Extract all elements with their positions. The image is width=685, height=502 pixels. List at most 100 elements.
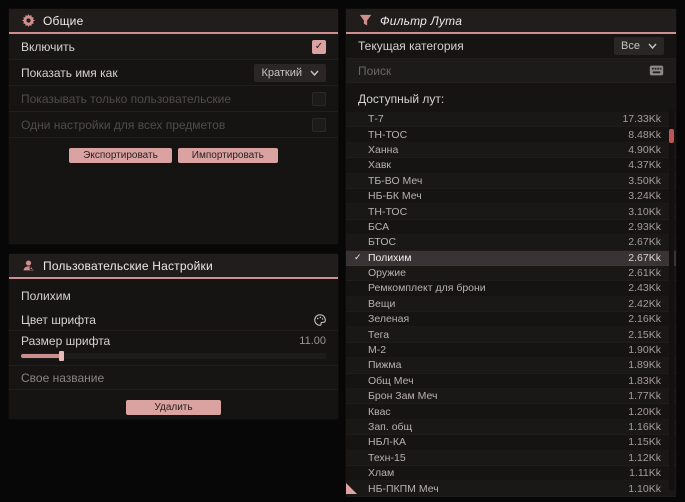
font-color-row: Цвет шрифта	[9, 309, 338, 331]
user-settings-icon	[21, 259, 35, 273]
user-settings-panel: Пользовательские Настройки Полихим Цвет …	[8, 253, 339, 420]
loot-item-name: Тега	[368, 328, 390, 341]
loot-item-name: Хлам	[368, 467, 395, 480]
loot-item[interactable]: ТН-ТОС 3.10Kk	[346, 204, 676, 220]
chevron-down-icon	[648, 43, 657, 49]
loot-item[interactable]: Тега 2.15Kk	[346, 327, 676, 343]
loot-item-name: ТН-ТОС	[368, 205, 408, 218]
loot-item[interactable]: Вещи 2.42Kk	[346, 296, 676, 313]
loot-item[interactable]: Пижма 1.89Kk	[346, 358, 676, 374]
custom-name-input[interactable]: Свое название	[9, 366, 338, 390]
category-label: Текущая категория	[358, 39, 464, 53]
loot-item-name: НБ-БК Меч	[368, 190, 422, 203]
show-name-row: Показать имя как Краткий	[9, 60, 338, 86]
loot-filter-panel-header[interactable]: Фильтр Лута	[346, 9, 676, 34]
search-placeholder: Поиск	[358, 63, 392, 78]
slider-track[interactable]	[21, 351, 326, 361]
loot-item[interactable]: ТБ-ВО Меч 3.50Kk	[346, 173, 676, 189]
loot-item[interactable]: БСА 2.93Kk	[346, 220, 676, 235]
show-name-dropdown[interactable]: Краткий	[254, 63, 326, 82]
loot-item[interactable]: Хавк 4.37Kk	[346, 158, 676, 173]
loot-item[interactable]: Зеленая 2.16Kk	[346, 312, 676, 327]
loot-item[interactable]: М-2 1.90Kk	[346, 343, 676, 358]
font-size-value: 11.00	[299, 335, 326, 347]
slider-fill	[21, 354, 61, 358]
font-color-label: Цвет шрифта	[21, 312, 96, 327]
loot-item[interactable]: Техн-15 1.12Kk	[346, 450, 676, 466]
loot-item[interactable]: НБ-БК Меч 3.24Kk	[346, 189, 676, 204]
loot-list-scrollbar[interactable]	[669, 109, 674, 490]
loot-item[interactable]: Брон Зам Меч 1.77Kk	[346, 389, 676, 405]
chevron-down-icon	[310, 70, 319, 76]
loot-item-name: М-2	[368, 344, 387, 357]
loot-item-name: Вещи	[368, 297, 396, 310]
slider-handle[interactable]	[59, 351, 64, 361]
check-icon: ✓	[354, 252, 362, 263]
loot-item-name: Зеленая	[368, 313, 410, 326]
loot-item-name: Оружие	[368, 267, 406, 280]
loot-item[interactable]: БТОС 2.67Kk	[346, 235, 676, 251]
loot-item[interactable]: Ремкомплект для брони 2.43Kk	[346, 281, 676, 296]
loot-item[interactable]: Хлам 1.11Kk	[346, 466, 676, 481]
category-dropdown[interactable]: Все	[614, 37, 664, 55]
only-custom-checkbox[interactable]	[312, 91, 326, 106]
font-size-label: Размер шрифта	[21, 334, 111, 348]
loot-item-name: Ханна	[368, 143, 399, 156]
general-panel: Общие Включить ✓ Показать имя как Кратки…	[8, 8, 339, 245]
show-name-value: Краткий	[261, 66, 302, 79]
loot-item-name: Хавк	[368, 159, 392, 172]
same-settings-label: Одни настройки для всех предметов	[21, 117, 226, 132]
loot-item[interactable]: Общ Меч 1.83Kk	[346, 374, 676, 389]
search-input[interactable]: Поиск	[346, 59, 676, 83]
only-custom-label: Показывать только пользовательские	[21, 91, 231, 106]
available-loot-label: Доступный лут:	[358, 92, 445, 106]
loot-item-name: Общ Меч	[368, 374, 414, 387]
general-panel-header[interactable]: Общие	[9, 9, 338, 34]
loot-item-name: Брон Зам Меч	[368, 390, 438, 403]
loot-item[interactable]: Оружие 2.61Kk	[346, 265, 676, 282]
loot-item[interactable]: Зап. общ 1.16Kk	[346, 419, 676, 436]
loot-item-name: Техн-15	[368, 451, 406, 464]
loot-item[interactable]: Квас 1.20Kk	[346, 404, 676, 419]
gear-icon	[21, 14, 35, 28]
loot-item-name: НБ-ПКПМ Меч	[368, 482, 439, 495]
keyboard-icon[interactable]	[649, 65, 664, 76]
loot-item-name: ТН-ТОС	[368, 128, 408, 141]
category-value: Все	[621, 40, 640, 52]
enable-row: Включить ✓	[9, 34, 338, 60]
loot-item[interactable]: НБ-ПКПМ Меч 1.10Kk	[346, 481, 676, 497]
loot-item-name: Т-7	[368, 113, 384, 126]
font-size-row: Размер шрифта 11.00	[9, 331, 338, 351]
loot-item[interactable]: Т-7 17.33Kk	[346, 112, 676, 128]
user-settings-panel-title: Пользовательские Настройки	[43, 258, 213, 273]
funnel-icon	[358, 14, 372, 28]
loot-item[interactable]: НБЛ-КА 1.15Kk	[346, 435, 676, 450]
loot-filter-panel: Фильтр Лута Текущая категория Все Поиск …	[345, 8, 677, 497]
enable-label: Включить	[21, 39, 75, 54]
user-settings-panel-header[interactable]: Пользовательские Настройки	[9, 254, 338, 279]
loot-item-name: БСА	[368, 220, 390, 233]
loot-item[interactable]: ТН-ТОС 8.48Kk	[346, 127, 676, 142]
loot-filter-panel-title: Фильтр Лута	[380, 13, 463, 28]
import-button[interactable]: Импортировать	[177, 148, 278, 163]
loot-item[interactable]: ✓ Полихим 2.67Kk	[346, 250, 676, 266]
enable-checkbox[interactable]: ✓	[312, 39, 326, 54]
only-custom-row: Показывать только пользовательские	[9, 86, 338, 112]
loot-item-name: ТБ-ВО Меч	[368, 174, 423, 187]
same-settings-checkbox[interactable]	[312, 117, 326, 132]
scrollbar-thumb[interactable]	[669, 129, 674, 143]
loot-item-name: Ремкомплект для брони	[368, 282, 486, 295]
category-row: Текущая категория Все	[346, 34, 676, 59]
loot-item-name: Квас	[368, 405, 391, 418]
delete-button[interactable]: Удалить	[126, 400, 221, 415]
selected-item-name: Полихим	[21, 289, 71, 303]
loot-item-name: Зап. общ	[368, 421, 413, 433]
show-name-label: Показать имя как	[21, 65, 118, 80]
loot-item-name: Пижма	[368, 359, 402, 372]
same-settings-row: Одни настройки для всех предметов	[9, 112, 338, 138]
export-button[interactable]: Экспортировать	[69, 148, 172, 163]
palette-icon[interactable]	[314, 313, 326, 326]
loot-item[interactable]: Ханна 4.90Kk	[346, 142, 676, 159]
font-size-slider[interactable]	[9, 351, 338, 366]
resize-grip[interactable]	[346, 483, 357, 494]
